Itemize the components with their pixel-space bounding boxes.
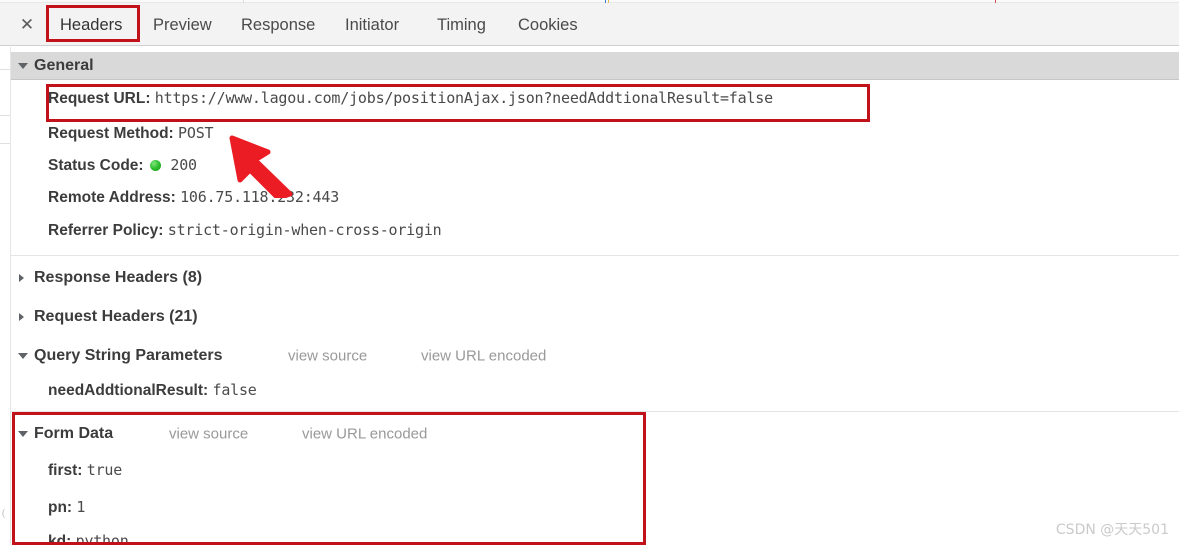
section-header-query-string-parameters[interactable]: Query String Parameters view source view…	[11, 341, 1179, 371]
query-string-view-url-encoded-link[interactable]: view URL encoded	[421, 348, 546, 365]
row-value: true	[86, 461, 123, 479]
row-value: https://www.lagou.com/jobs/positionAjax.…	[154, 89, 773, 107]
row-key: kd:	[48, 533, 76, 545]
tab-preview[interactable]: Preview	[153, 12, 212, 38]
section-header-form-data[interactable]: Form Data view source view URL encoded	[11, 419, 1179, 449]
tab-initiator[interactable]: Initiator	[345, 12, 399, 38]
tab-timing[interactable]: Timing	[437, 12, 486, 38]
row-key: Status Code:	[48, 157, 148, 174]
query-string-view-source-link[interactable]: view source	[288, 348, 367, 365]
status-ok-dot-icon	[149, 160, 161, 171]
row-key: Referrer Policy:	[48, 222, 168, 239]
section-divider	[11, 255, 1179, 256]
tab-cookies[interactable]: Cookies	[518, 12, 578, 38]
row-value: 1	[76, 498, 86, 516]
section-title: Query String Parameters	[34, 347, 223, 364]
row-value: python	[75, 532, 129, 545]
gutter-tick	[0, 69, 10, 70]
section-header-general[interactable]: General	[11, 52, 1179, 80]
chevron-down-icon	[18, 353, 28, 359]
headers-content-panel: General Request URL: https://www.lagou.c…	[11, 47, 1179, 545]
chevron-right-icon	[19, 313, 24, 321]
tab-label: Initiator	[345, 16, 400, 34]
gutter-glyph: (	[2, 508, 6, 519]
query-string-row-needAddtionalResult: needAddtionalResult: false	[48, 377, 257, 403]
general-row-remote-address: Remote Address: 106.75.118.232:443	[48, 184, 339, 210]
tab-label: Timing	[437, 16, 486, 34]
section-divider	[11, 411, 1179, 412]
section-title: Request Headers (21)	[34, 308, 198, 325]
form-data-view-source-link[interactable]: view source	[169, 426, 248, 443]
tab-label: Preview	[153, 16, 212, 34]
chevron-right-icon	[19, 274, 24, 282]
tab-label: Cookies	[518, 16, 578, 34]
general-row-request-method: Request Method: POST	[48, 120, 214, 146]
row-key: needAddtionalResult:	[48, 382, 213, 399]
section-title: Response Headers (8)	[34, 269, 203, 286]
general-row-status-code: Status Code: 200	[48, 152, 197, 178]
section-title: General	[34, 56, 94, 74]
section-title: Form Data	[34, 425, 114, 442]
general-row-referrer-policy: Referrer Policy: strict-origin-when-cros…	[48, 217, 442, 243]
row-value: false	[212, 381, 257, 399]
chevron-down-icon	[18, 62, 28, 69]
tab-label: Headers	[60, 16, 123, 34]
row-key: first:	[48, 462, 87, 479]
general-row-request-url: Request URL: https://www.lagou.com/jobs/…	[48, 85, 773, 111]
chevron-down-icon	[18, 431, 28, 437]
gutter-tick	[0, 115, 10, 116]
row-key: pn:	[48, 499, 77, 516]
form-data-row-pn: pn: 1	[48, 494, 85, 520]
row-key: Request Method:	[48, 125, 179, 142]
form-data-row-kd: kd: python	[48, 528, 129, 545]
devtools-network-headers-panel: ✕ Headers Preview Response Initiator Tim…	[0, 0, 1179, 545]
tab-headers[interactable]: Headers	[60, 12, 122, 38]
gutter-tick	[0, 143, 10, 144]
left-gutter	[0, 47, 11, 545]
row-key: Remote Address:	[48, 189, 181, 206]
row-value: strict-origin-when-cross-origin	[167, 221, 442, 239]
row-value: POST	[178, 124, 214, 142]
form-data-row-first: first: true	[48, 457, 122, 483]
row-value: 200	[170, 156, 197, 174]
section-header-response-headers[interactable]: Response Headers (8)	[11, 263, 1179, 293]
watermark: CSDN @天天501	[1055, 522, 1169, 538]
row-value: 106.75.118.232:443	[180, 188, 340, 206]
row-key: Request URL:	[48, 90, 155, 107]
section-header-request-headers[interactable]: Request Headers (21)	[11, 302, 1179, 332]
tab-bar: ✕ Headers Preview Response Initiator Tim…	[0, 3, 1179, 46]
form-data-view-url-encoded-link[interactable]: view URL encoded	[302, 426, 427, 443]
tab-response[interactable]: Response	[241, 12, 315, 38]
tab-label: Response	[241, 16, 316, 34]
close-icon[interactable]: ✕	[18, 16, 36, 34]
